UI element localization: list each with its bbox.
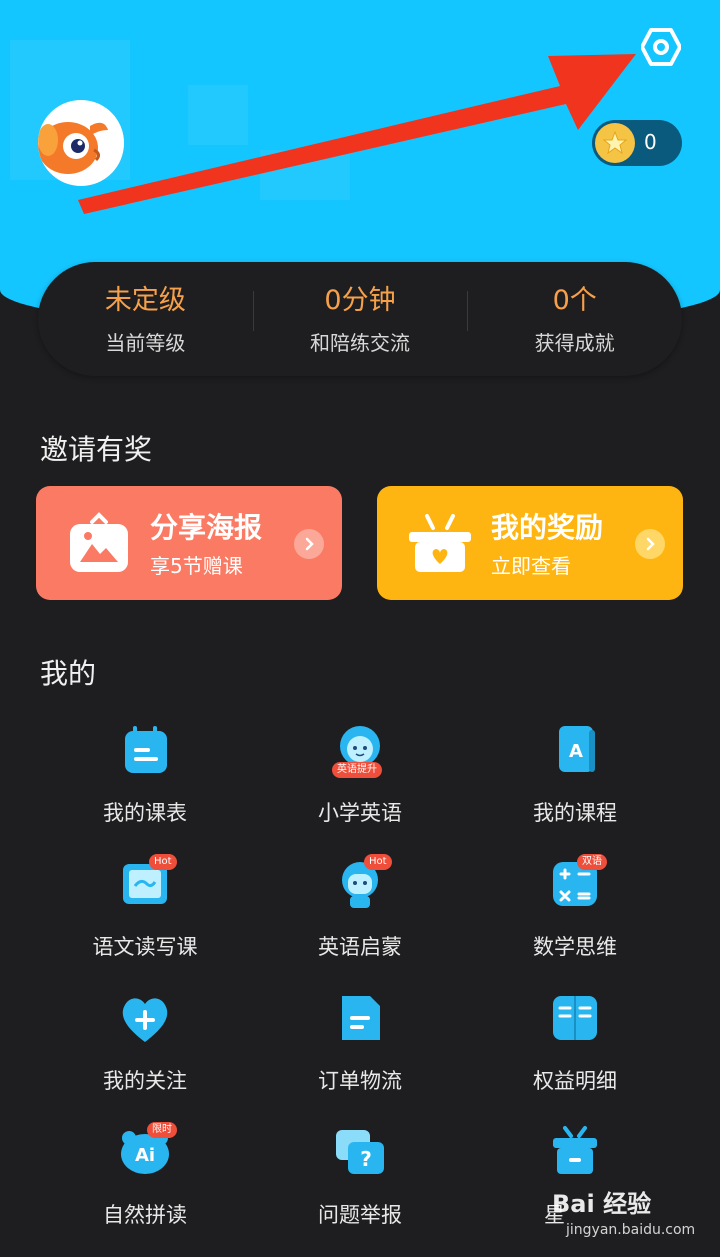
coin-count: 0 [644, 130, 657, 154]
grid-item-report-issue[interactable]: ? 问题举报 [260, 1124, 460, 1244]
stat-label: 获得成就 [534, 330, 615, 355]
bilingual-badge: 双语 [577, 854, 607, 870]
settings-button[interactable] [636, 22, 686, 72]
grid-item-math-thinking[interactable]: 双语 数学思维 [475, 854, 675, 976]
stats-bar: 未定级 当前等级 0分钟 和陪练交流 0个 获得成就 [38, 262, 682, 376]
grid-item-my-follows[interactable]: 我的关注 [45, 990, 245, 1110]
calendar-icon [125, 726, 167, 773]
grid-item-my-courses[interactable]: A 我的课程 [475, 722, 675, 842]
svg-text:A: A [569, 741, 583, 762]
book-icon: A [559, 726, 595, 772]
stat-label: 当前等级 [105, 330, 186, 355]
stat-label: 和陪练交流 [310, 330, 410, 355]
chevron-right-icon [635, 529, 665, 559]
grid-item-label: 数学思维 [533, 935, 617, 959]
grid-item-label: 英语启蒙 [318, 935, 402, 959]
invite-section-title: 邀请有奖 [40, 433, 153, 466]
grid-item-label: 问题举报 [318, 1203, 402, 1227]
my-rewards-card[interactable]: 我的奖励 立即查看 [377, 486, 683, 600]
avatar[interactable] [38, 100, 124, 186]
grid-item-order-logistics[interactable]: 订单物流 [260, 990, 460, 1110]
gift-icon [409, 514, 471, 572]
stat-value: 0分钟 [324, 284, 396, 316]
grid-item-english-enlightenment[interactable]: Hot 英语启蒙 [260, 854, 460, 976]
grid-item-benefits[interactable]: 权益明细 [475, 990, 675, 1110]
grid-item-label: 小学英语 [318, 801, 402, 825]
card-subtitle: 享5节赠课 [150, 554, 243, 578]
gift-box-icon [553, 1126, 597, 1174]
card-subtitle: 立即查看 [491, 554, 571, 578]
document-icon [342, 996, 380, 1040]
mine-section-title: 我的 [40, 657, 97, 690]
question-icon: ? [336, 1130, 384, 1174]
grid-item-label: 语文读写课 [92, 935, 198, 959]
promo-badge: 英语提升 [332, 762, 382, 778]
card-title: 我的奖励 [491, 511, 604, 544]
card-title: 分享海报 [150, 511, 263, 544]
heart-plus-icon [122, 998, 168, 1042]
limited-badge: 限时 [147, 1122, 177, 1138]
grid-item-phonics[interactable]: Ai 限时 自然拼读 [45, 1122, 245, 1244]
header-decoration [260, 150, 350, 200]
chevron-right-icon [294, 529, 324, 559]
open-book-icon [553, 996, 597, 1040]
svg-text:?: ? [360, 1147, 372, 1171]
svg-text:Ai: Ai [135, 1145, 155, 1166]
grid-item-primary-english[interactable]: 英语提升 小学英语 [260, 722, 460, 842]
grid-item-label: 订单物流 [318, 1069, 402, 1093]
grid-item-label: 权益明细 [533, 1069, 617, 1093]
grid-item-label: 我的课表 [103, 801, 187, 825]
hot-badge: Hot [364, 854, 392, 870]
grid-item-label: 我的关注 [103, 1069, 187, 1093]
grid-item-label: 我的课程 [533, 801, 617, 825]
stat-practice-time[interactable]: 0分钟 和陪练交流 [252, 283, 468, 356]
stat-value: 未定级 [104, 284, 186, 316]
coin-balance[interactable]: 0 [592, 120, 682, 166]
fish-mascot-icon [38, 100, 124, 186]
watermark-url: jingyan.baidu.com [566, 1222, 696, 1238]
stat-value: 0个 [552, 284, 597, 316]
poster-frame-icon [70, 512, 128, 572]
grid-item-schedule[interactable]: 我的课表 [45, 722, 245, 842]
stat-level[interactable]: 未定级 当前等级 [38, 283, 253, 356]
star-coin-icon [595, 123, 635, 163]
hot-badge: Hot [149, 854, 177, 870]
grid-item-chinese-course[interactable]: Hot 语文读写课 [45, 854, 245, 976]
share-poster-card[interactable]: 分享海报 享5节赠课 [36, 486, 342, 600]
grid-item-label: 自然拼读 [103, 1203, 187, 1227]
stat-achievements[interactable]: 0个 获得成就 [467, 283, 682, 356]
header-decoration [188, 85, 248, 145]
gear-icon [641, 28, 681, 66]
baidu-jingyan-watermark: Bai 经验 [552, 1190, 652, 1218]
